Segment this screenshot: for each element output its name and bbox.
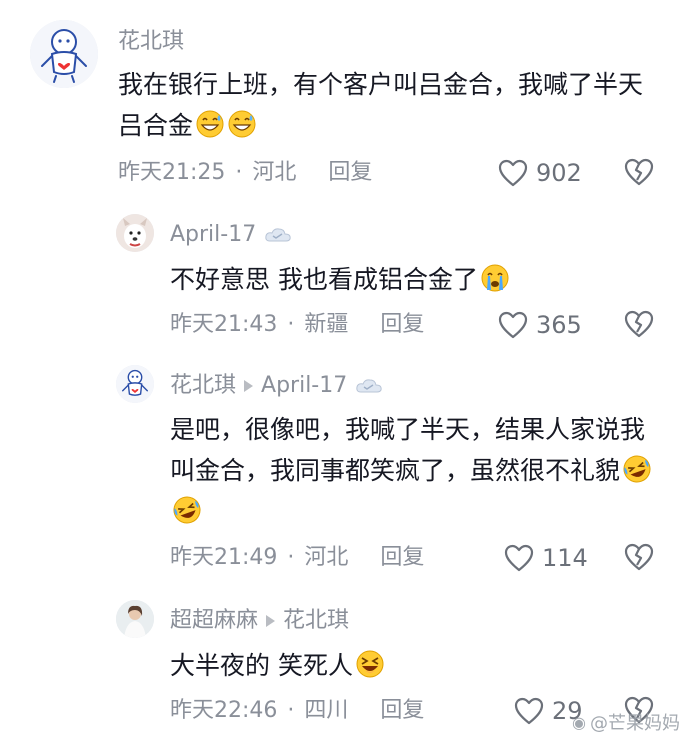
avatar[interactable]	[116, 214, 154, 252]
comment-header: 超超麻麻 花北琪	[170, 607, 349, 635]
cloud-badge-icon	[356, 379, 382, 393]
heart-outline-icon	[504, 544, 534, 572]
triangle-right-icon	[266, 615, 276, 627]
cloud-badge-icon	[265, 228, 291, 242]
author-name[interactable]: 超超麻麻	[170, 607, 258, 635]
rolling-laughing-emoji	[173, 496, 201, 524]
reply-button[interactable]: 回复	[328, 159, 372, 187]
comment-meta: 昨天21:43 · 新疆 回复	[170, 311, 424, 339]
triangle-right-icon	[244, 380, 254, 392]
comment-text: 我在银行上班，有个客户叫吕金合，我喊了半天吕合金	[118, 70, 644, 140]
laughing-squint-emoji	[356, 650, 384, 678]
avatar[interactable]	[116, 600, 154, 638]
separator-dot: ·	[287, 545, 295, 570]
avatar-doll-icon	[116, 365, 154, 403]
author-name[interactable]: 花北琪	[118, 28, 184, 56]
location: 河北	[304, 545, 349, 570]
rolling-laughing-emoji	[623, 455, 651, 483]
weibo-logo-icon: ◉	[572, 712, 586, 732]
broken-heart-icon	[624, 158, 654, 186]
comment-text: 不好意思 我也看成铝合金了	[170, 259, 662, 300]
author-name[interactable]: 花北琪	[170, 372, 236, 400]
timestamp: 昨天21:49	[170, 545, 278, 570]
comment-text: 大半夜的 笑死人	[170, 645, 662, 686]
reply-button[interactable]: 回复	[380, 311, 424, 339]
watermark: ◉ @芒果妈妈	[572, 712, 680, 735]
crying-face-emoji	[481, 264, 509, 292]
grinning-sweat-emoji	[228, 110, 256, 138]
comment-header: April-17	[170, 221, 292, 249]
timestamp: 昨天22:46	[170, 698, 278, 723]
dislike-button[interactable]	[624, 158, 654, 186]
like-count: 114	[542, 544, 588, 572]
like-count: 902	[536, 159, 582, 187]
comment-meta: 昨天22:46 · 四川 回复	[170, 697, 424, 725]
like-button[interactable]: 902	[498, 159, 582, 187]
separator-dot: ·	[235, 160, 243, 185]
comment-meta: 昨天21:49 · 河北 回复	[170, 544, 424, 572]
separator-dot: ·	[287, 312, 295, 337]
avatar-photo-icon	[116, 600, 154, 638]
heart-outline-icon	[498, 311, 528, 339]
location: 四川	[304, 698, 349, 723]
dislike-button[interactable]	[624, 543, 654, 571]
timestamp: 昨天21:43	[170, 312, 278, 337]
comment-header: 花北琪	[118, 28, 184, 56]
comment-2: April-17 不好意思 我也看成铝合金了 昨天21:43 · 新疆 回复 3…	[0, 200, 690, 350]
reply-to-name[interactable]: 花北琪	[283, 607, 349, 635]
location: 新疆	[304, 312, 349, 337]
grinning-sweat-emoji	[196, 110, 224, 138]
avatar-dog-icon	[116, 214, 154, 252]
like-button[interactable]: 365	[498, 311, 582, 339]
comment-1: 花北琪 我在银行上班，有个客户叫吕金合，我喊了半天吕合金 昨天21:25 · 河…	[0, 0, 690, 195]
avatar-doll-icon	[30, 20, 98, 88]
author-name[interactable]: April-17	[170, 221, 256, 249]
separator-dot: ·	[287, 698, 295, 723]
timestamp: 昨天21:25	[118, 160, 226, 185]
like-button[interactable]: 114	[504, 544, 588, 572]
reply-to-name[interactable]: April-17	[261, 372, 347, 400]
heart-outline-icon	[514, 697, 544, 725]
broken-heart-icon	[624, 543, 654, 571]
reply-button[interactable]: 回复	[380, 544, 424, 572]
dislike-button[interactable]	[624, 310, 654, 338]
comment-header: 花北琪 April-17	[170, 372, 383, 400]
comment-meta: 昨天21:25 · 河北 回复	[118, 159, 372, 187]
location: 河北	[252, 160, 297, 185]
avatar[interactable]	[116, 365, 154, 403]
broken-heart-icon	[624, 310, 654, 338]
comment-3: 花北琪 April-17 是吧，很像吧，我喊了半天，结果人家说我叫金合，我同事都…	[0, 355, 690, 585]
comment-text: 是吧，很像吧，我喊了半天，结果人家说我叫金合，我同事都笑疯了，虽然很不礼貌	[170, 409, 662, 532]
avatar[interactable]	[30, 20, 98, 88]
reply-button[interactable]: 回复	[380, 697, 424, 725]
heart-outline-icon	[498, 159, 528, 187]
like-count: 365	[536, 311, 582, 339]
